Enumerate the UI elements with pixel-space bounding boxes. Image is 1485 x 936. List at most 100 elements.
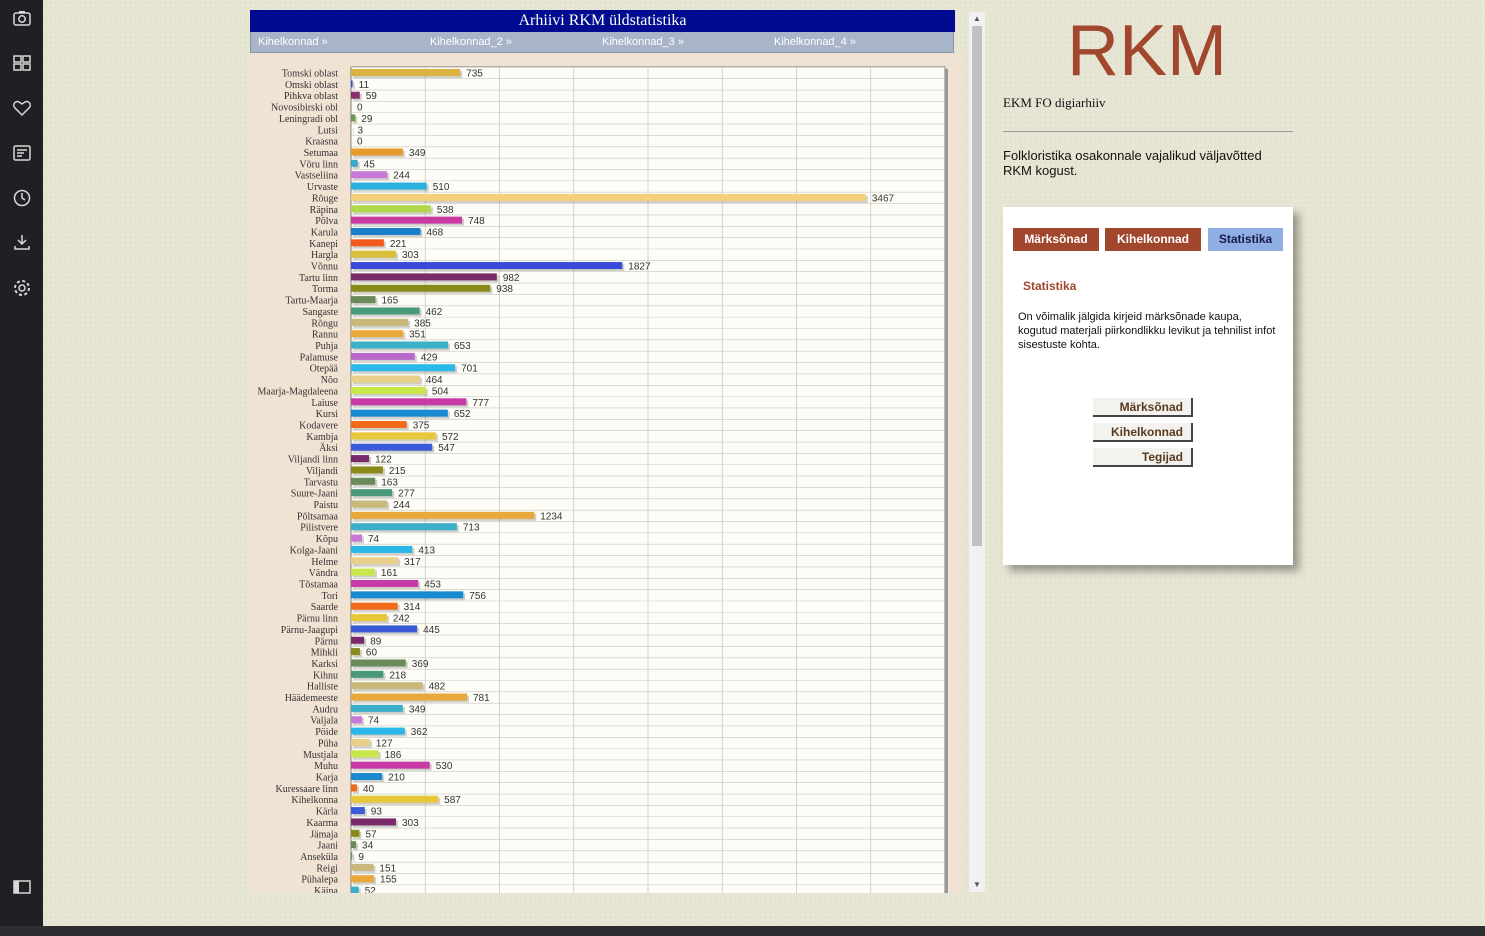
bar xyxy=(351,330,404,338)
section-text: On võimalik jälgida kirjeid märksõnade k… xyxy=(1018,311,1276,351)
camera-icon[interactable] xyxy=(12,8,32,28)
bar xyxy=(351,205,431,213)
tab-kihelkonnad[interactable]: Kihelkonnad » xyxy=(258,36,328,48)
bar xyxy=(351,443,433,451)
bar xyxy=(351,818,396,826)
bar xyxy=(351,875,375,883)
category-label: Tartu-Maarja xyxy=(285,296,338,307)
value-label: 504 xyxy=(432,386,449,397)
tegijad-button[interactable]: Tegijad xyxy=(1093,448,1193,467)
category-label: Kaarma xyxy=(306,818,338,829)
value-label: 510 xyxy=(433,182,450,193)
bar xyxy=(351,807,365,815)
sidebar-toggle-icon[interactable] xyxy=(12,877,32,897)
bar xyxy=(351,284,491,292)
value-label: 151 xyxy=(379,863,396,874)
bar xyxy=(351,534,362,542)
tab-marksonad[interactable]: Märksõnad xyxy=(1013,228,1099,251)
scroll-down-arrow-icon[interactable]: ▼ xyxy=(969,878,985,892)
value-label: 468 xyxy=(426,227,443,238)
bar xyxy=(351,477,376,485)
value-label: 349 xyxy=(409,704,426,715)
category-label: Maarja-Magdaleena xyxy=(257,386,338,397)
value-label: 89 xyxy=(370,636,382,647)
value-label: 52 xyxy=(365,886,377,893)
gear-icon[interactable] xyxy=(12,278,32,298)
value-label: 653 xyxy=(454,341,471,352)
marksonad-button[interactable]: Märksõnad xyxy=(1093,398,1193,417)
value-label: 938 xyxy=(496,284,513,295)
bar xyxy=(351,773,383,781)
category-label: Sangaste xyxy=(302,307,338,318)
value-label: 756 xyxy=(469,591,486,602)
value-label: 127 xyxy=(376,738,393,749)
value-label: 244 xyxy=(393,171,410,182)
bar xyxy=(351,863,374,871)
category-label: Suure-Jaani xyxy=(291,489,338,500)
bar xyxy=(351,636,365,644)
bar xyxy=(351,795,439,803)
category-label: Muhu xyxy=(314,761,338,772)
grid-icon[interactable] xyxy=(12,53,32,73)
value-label: 74 xyxy=(368,716,380,727)
bar xyxy=(351,659,406,667)
kihelkonnad-button[interactable]: Kihelkonnad xyxy=(1093,423,1193,442)
bar xyxy=(351,159,358,167)
download-icon[interactable] xyxy=(12,232,32,252)
bar xyxy=(351,670,384,678)
bar xyxy=(351,579,419,587)
bar xyxy=(351,886,359,893)
bar xyxy=(351,716,362,724)
category-label: Setumaa xyxy=(304,148,339,159)
category-label: Mustjala xyxy=(303,750,339,761)
value-label: 218 xyxy=(389,670,406,681)
tab-kihelkonnad-3[interactable]: Kihelkonnad_3 » xyxy=(602,36,684,48)
bar xyxy=(351,421,407,429)
tab-kihelkonnad-4[interactable]: Kihelkonnad_4 » xyxy=(774,36,856,48)
category-label: Otepää xyxy=(310,364,339,375)
news-icon[interactable] xyxy=(12,143,32,163)
scroll-up-arrow-icon[interactable]: ▲ xyxy=(969,12,985,26)
category-label: Torma xyxy=(312,284,339,295)
bar xyxy=(351,432,436,440)
category-label: Kuressaare linn xyxy=(276,784,338,795)
bar xyxy=(351,727,405,735)
category-label: Omski oblast xyxy=(285,80,338,91)
category-label: Leningradi obl xyxy=(279,114,338,125)
value-label: 429 xyxy=(421,352,438,363)
value-label: 538 xyxy=(437,205,454,216)
bar xyxy=(351,704,403,712)
category-label: Paistu xyxy=(314,500,338,511)
bar-chart: Tomski oblast 735 Omski oblast 11 Pihkva obl… xyxy=(257,66,948,893)
category-label: Kihnu xyxy=(313,670,338,681)
bar xyxy=(351,489,393,497)
category-label: Hargla xyxy=(311,250,339,261)
bar xyxy=(351,125,352,133)
value-label: 735 xyxy=(466,69,483,80)
value-label: 317 xyxy=(404,557,421,568)
scrollbar[interactable]: ▲ ▼ xyxy=(969,12,985,892)
scroll-thumb[interactable] xyxy=(972,26,982,546)
clock-icon[interactable] xyxy=(12,188,32,208)
bar xyxy=(351,398,467,406)
value-label: 349 xyxy=(409,148,426,159)
value-label: 453 xyxy=(424,579,441,590)
category-label: Kanepi xyxy=(309,239,338,250)
bar xyxy=(351,114,356,122)
tab-statistika[interactable]: Statistika xyxy=(1208,228,1283,251)
tab-kihelkonnad-nav[interactable]: Kihelkonnad xyxy=(1105,228,1201,251)
value-label: 93 xyxy=(371,807,383,818)
category-label: Kihelkonna xyxy=(291,795,338,806)
bar xyxy=(351,614,387,622)
bar xyxy=(351,500,388,508)
category-label: Tartu linn xyxy=(299,273,338,284)
heart-icon[interactable] xyxy=(12,98,32,118)
value-label: 314 xyxy=(404,602,421,613)
category-label: Anseküla xyxy=(300,852,338,863)
bar xyxy=(351,227,421,235)
value-label: 369 xyxy=(412,659,429,670)
value-label: 303 xyxy=(402,818,419,829)
tab-kihelkonnad-2[interactable]: Kihelkonnad_2 » xyxy=(430,36,512,48)
bar xyxy=(351,841,357,849)
value-label: 1234 xyxy=(540,511,563,522)
